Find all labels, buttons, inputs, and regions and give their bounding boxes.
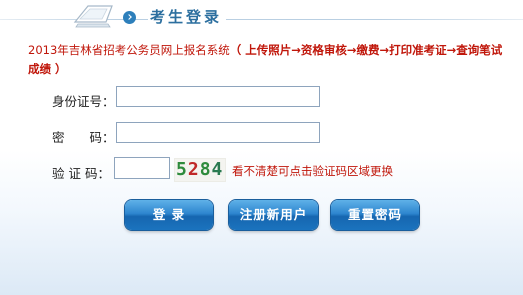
captcha-digit: 5	[176, 159, 188, 180]
captcha-digit: 2	[187, 159, 200, 180]
captcha-digit: 8	[199, 159, 212, 180]
reset-password-button[interactable]: 重置密码	[331, 200, 419, 230]
register-button[interactable]: 注册新用户	[229, 200, 318, 230]
computer-monitor-icon	[73, 5, 113, 28]
captcha-digit: 4	[211, 159, 224, 180]
captcha-input[interactable]	[114, 157, 170, 179]
id-number-label: 身份证号：	[52, 94, 115, 109]
notice-text: 2013年吉林省招考公务员网上报名系统	[28, 43, 230, 57]
header-bullet-icon	[123, 11, 136, 24]
page-title: 考生登录	[148, 6, 227, 27]
password-label: 密 码：	[52, 130, 115, 145]
id-number-input[interactable]	[116, 86, 320, 107]
login-page: { "header": { "title": "考生登录", "icon": "…	[0, 0, 523, 295]
password-input[interactable]	[116, 122, 320, 143]
captcha-refresh-hint[interactable]: 看不清楚可点击验证码区域更换	[232, 163, 393, 179]
system-notice: 2013年吉林省招考公务员网上报名系统（ 上传照片→资格审核→缴费→打印准考证→…	[28, 41, 508, 79]
login-button[interactable]: 登 录	[125, 200, 213, 230]
captcha-image[interactable]: 5284	[174, 158, 226, 182]
captcha-label: 验 证 码：	[52, 166, 110, 181]
